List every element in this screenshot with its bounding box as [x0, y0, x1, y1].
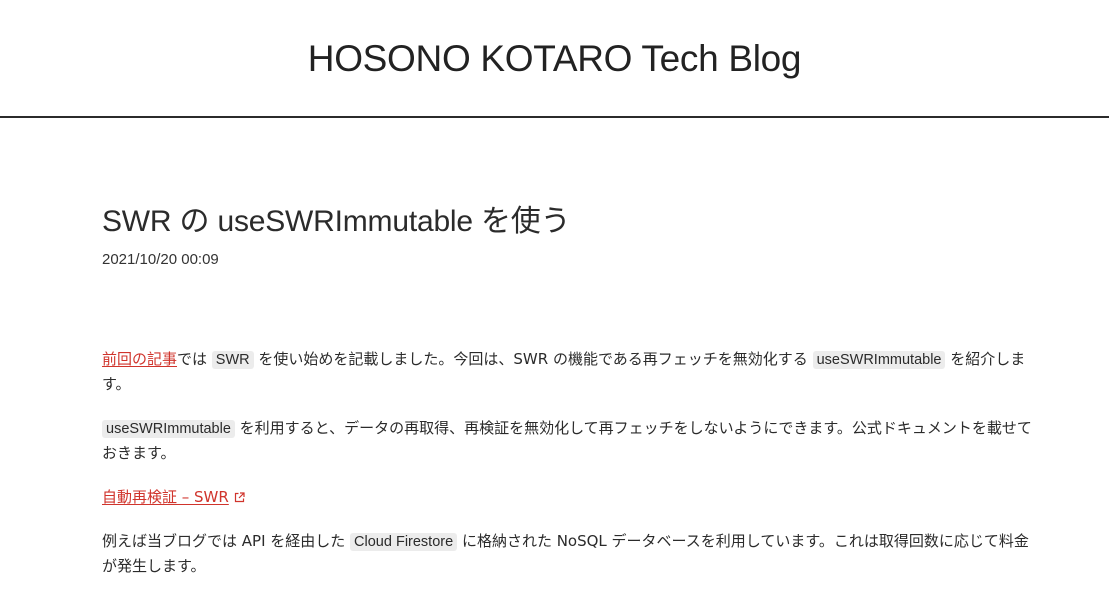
inline-code-swr: SWR [211, 351, 254, 369]
site-title-link[interactable]: HOSONO KOTARO Tech Blog [308, 36, 802, 80]
text: では [177, 350, 212, 368]
post-title: SWR の useSWRImmutable を使う [102, 205, 571, 238]
paragraph-doc-link: 自動再検証 – SWR [102, 485, 1032, 509]
paragraph-example: 例えば当ブログでは API を経由した Cloud Firestore に格納さ… [102, 529, 1032, 578]
text: を利用すると、データの再取得、再検証を無効化して再フェッチをしないようにできます… [102, 419, 1032, 462]
post-body: 前回の記事では SWR を使い始めを記載しました。今回は、SWR の機能である再… [102, 347, 1032, 598]
paragraph-usage: useSWRImmutable を利用すると、データの再取得、再検証を無効化して… [102, 416, 1032, 465]
external-link-icon[interactable] [234, 492, 245, 503]
inline-code-useswrimmutable: useSWRImmutable [102, 420, 235, 438]
inline-code-useswrimmutable: useSWRImmutable [812, 351, 946, 369]
inline-code-cloud-firestore: Cloud Firestore [350, 533, 458, 551]
post-date: 2021/10/20 00:09 [102, 251, 219, 268]
text: 例えば当ブログでは API を経由した [102, 532, 351, 550]
paragraph-intro: 前回の記事では SWR を使い始めを記載しました。今回は、SWR の機能である再… [102, 347, 1032, 396]
swr-docs-link[interactable]: 自動再検証 – SWR [102, 488, 229, 506]
site-header: HOSONO KOTARO Tech Blog [0, 0, 1109, 118]
previous-article-link[interactable]: 前回の記事 [102, 350, 177, 368]
text: を使い始めを記載しました。今回は、SWR の機能である再フェッチを無効化する [253, 350, 813, 368]
